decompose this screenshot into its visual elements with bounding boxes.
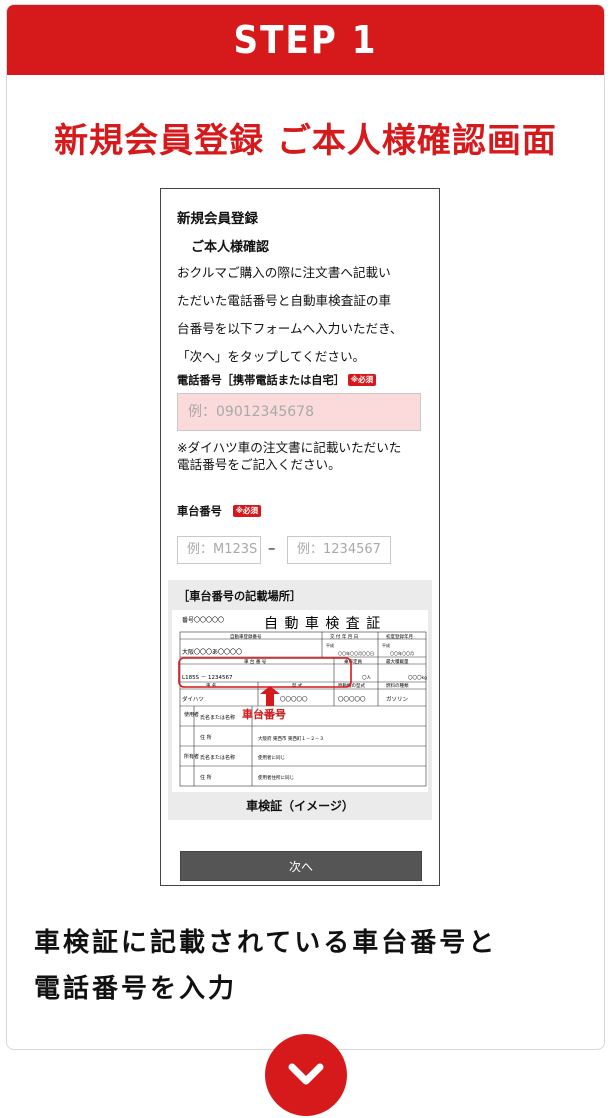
tel-note-line: 電話番号をご記入ください。 — [177, 457, 341, 472]
cert-col-date: 交 付 年 月 日 — [330, 633, 358, 640]
cert-user-label: 使用者 — [184, 711, 199, 718]
cert-owner-address-field: 住 所 — [200, 774, 212, 781]
cert-user-address-field: 住 所 — [200, 734, 212, 741]
chassis-serial-input[interactable]: 例：1234567 — [287, 536, 391, 564]
cert-user-label-text: 使用者 — [184, 711, 199, 718]
cert-owner-address: 使用者住所に同じ — [258, 774, 294, 781]
cert-maker-value: ダイハツ — [182, 695, 204, 703]
cert-user-name-field: 氏名または名称 — [200, 714, 235, 721]
tel-placeholder: 例：09012345678 — [188, 404, 314, 420]
phone-page-title: 新規会員登録 — [177, 211, 258, 227]
phone-screen-mockup: 新規会員登録 ご本人様確認 おクルマご購入の際に注文書へ記載い ただいた電話番号… — [160, 188, 440, 886]
tel-label: 電話番号［携帯電話または自宅］ — [177, 374, 345, 387]
cert-col-first: 初度登録年月 — [386, 633, 413, 640]
phone-subtitle: ご本人様確認 — [191, 240, 270, 255]
description-line: おクルマご購入の際に注文書へ記載い — [177, 265, 391, 280]
cert-owner-name-field: 氏名または名称 — [200, 754, 235, 761]
chassis-dash: – — [268, 539, 276, 557]
cert-era-1: 平成 — [326, 642, 334, 648]
cert-reg-value: 大阪〇〇〇あ〇〇〇〇 — [182, 648, 242, 656]
cert-owner-label-text: 所有者 — [184, 753, 199, 760]
step-label: STEP 1 — [233, 18, 378, 62]
instruction-line: 車検証に記載されている車台番号と — [34, 928, 498, 958]
step-header: STEP 1 — [7, 5, 604, 75]
required-badge: ※必須 — [347, 374, 377, 386]
instruction-line: 電話番号を入力 — [34, 974, 238, 1004]
chassis-label-row: 車台番号 ※必須 — [177, 503, 262, 519]
location-title: ［車台番号の記載場所］ — [178, 590, 302, 603]
cert-engine-header: 原動機の型式 — [338, 682, 365, 689]
chassis-model-input[interactable]: 例：M123S — [177, 536, 261, 564]
tel-note-line: ※ダイハツ車の注文書に記載いただいた — [177, 440, 402, 455]
cert-name-header: 車 名 — [206, 682, 216, 689]
chassis-callout: 車台番号 — [242, 707, 286, 721]
cert-era-2: 平成 — [382, 642, 390, 648]
cert-chassis-header: 車 台 番 号 — [244, 658, 267, 665]
cert-date-value: 〇〇年〇〇月〇〇日 — [338, 650, 374, 656]
chassis-location-panel: ［車台番号の記載場所］ 番号〇〇〇〇〇 自 動 車 検 査 証 自動車登録番号 … — [168, 580, 432, 820]
description-line: ただいた電話番号と自動車検査証の車 — [177, 293, 392, 308]
cert-user-address: 大阪府 東西市 東西町１－２－３ — [258, 735, 324, 742]
cert-number-label: 番号〇〇〇〇〇 — [182, 617, 224, 624]
cert-engine-value: 〇〇〇〇〇 — [338, 696, 366, 703]
cert-type-header: 型 式 — [292, 682, 303, 689]
cert-capacity-header: 乗車定員 — [344, 658, 362, 665]
tel-input[interactable]: 例：09012345678 — [177, 393, 421, 431]
cert-maxload-header: 最大積載量 — [386, 658, 409, 665]
cert-fuel-header: 燃料の種類 — [386, 682, 409, 689]
phone-description: おクルマご購入の際に注文書へ記載い ただいた電話番号と自動車検査証の車 台番号を… — [177, 259, 432, 371]
tel-note: ※ダイハツ車の注文書に記載いただいた 電話番号をご記入ください。 — [177, 439, 427, 473]
chassis-serial-placeholder: 例：1234567 — [297, 542, 381, 557]
cert-type-value: 〇〇〇〇〇 — [280, 696, 308, 703]
cert-fuel-value: ガソリン — [386, 695, 409, 703]
tel-label-row: 電話番号［携帯電話または自宅］ ※必須 — [177, 372, 377, 388]
vehicle-certificate-image: 番号〇〇〇〇〇 自 動 車 検 査 証 自動車登録番号 交 付 年 月 日 初度… — [172, 610, 428, 792]
cert-heading: 自 動 車 検 査 証 — [264, 615, 381, 632]
chassis-label: 車台番号 — [177, 505, 222, 518]
cert-maxload-value: 〇〇〇kg — [408, 675, 427, 681]
cert-capacity-value: 〇人 — [362, 675, 371, 681]
page-title: 新規会員登録 ご本人様確認画面 — [54, 121, 557, 161]
description-line: 台番号を以下フォームへ入力いただき、 — [177, 321, 403, 336]
description-line: 「次へ」をタップしてください。 — [177, 349, 366, 364]
cert-owner-label: 所有者 — [184, 753, 199, 760]
scroll-down-button[interactable] — [265, 1034, 347, 1116]
chassis-model-placeholder: 例：M123S — [187, 542, 258, 557]
required-badge: ※必須 — [232, 505, 262, 517]
instruction-text: 車検証に記載されている車台番号と 電話番号を入力 — [34, 920, 574, 1012]
cert-first-value: 〇〇年〇〇月 — [390, 650, 414, 656]
certificate-illustration: 番号〇〇〇〇〇 自 動 車 検 査 証 自動車登録番号 交 付 年 月 日 初度… — [178, 615, 427, 787]
cert-owner-name: 使用者に同じ — [258, 754, 285, 761]
certificate-caption: 車検証（イメージ） — [246, 799, 354, 813]
cert-col-regno: 自動車登録番号 — [230, 633, 262, 640]
chevron-down-icon — [288, 1063, 324, 1085]
cert-chassis-value: L185S － 1234567 — [182, 675, 233, 681]
next-button[interactable]: 次へ — [180, 851, 422, 881]
